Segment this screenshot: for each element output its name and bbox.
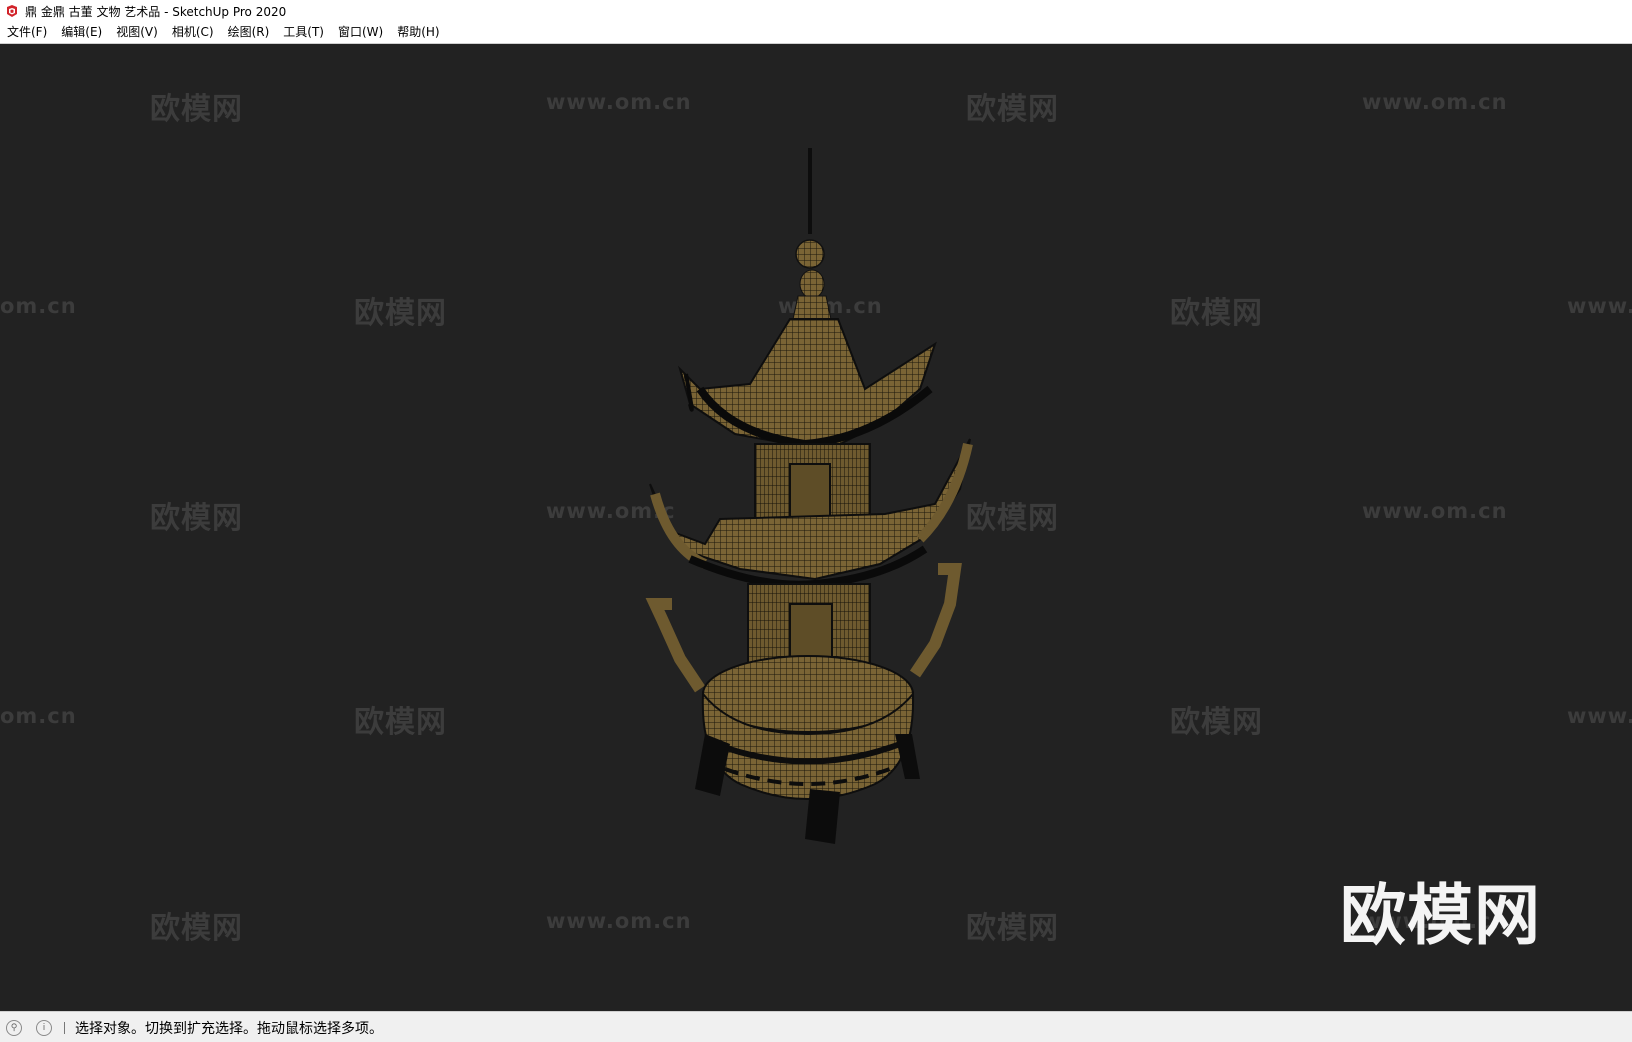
watermark-logo-large: 欧模网	[1340, 877, 1541, 954]
menu-edit[interactable]: 编辑(E)	[54, 22, 109, 43]
finial-ball	[795, 239, 825, 269]
menu-help[interactable]: 帮助(H)	[390, 22, 446, 43]
finial-knob	[799, 269, 825, 299]
model-viewport[interactable]: 欧模网 www.om.cn 欧模网 www.om.cn om.cn 欧模网 w.…	[0, 44, 1632, 1011]
upper-window	[789, 463, 831, 520]
right-handle	[910, 563, 962, 678]
geo-location-icon[interactable]: ⚲	[6, 1019, 22, 1036]
leg-left	[695, 734, 730, 796]
title-bar: 鼎 金鼎 古董 文物 艺术品 - SketchUp Pro 2020	[0, 0, 1632, 22]
menu-bar: 文件(F) 编辑(E) 视图(V) 相机(C) 绘图(R) 工具(T) 窗口(W…	[0, 22, 1632, 44]
menu-window[interactable]: 窗口(W)	[331, 22, 390, 43]
left-handle	[645, 598, 705, 693]
menu-tools[interactable]: 工具(T)	[276, 22, 331, 43]
menu-camera[interactable]: 相机(C)	[165, 22, 221, 43]
status-bar: ⚲ i 选择对象。切换到扩充选择。拖动鼠标选择多项。	[0, 1011, 1632, 1042]
status-message: 选择对象。切换到扩充选择。拖动鼠标选择多项。	[75, 1020, 383, 1037]
menu-draw[interactable]: 绘图(R)	[221, 22, 277, 43]
menu-file[interactable]: 文件(F)	[0, 22, 54, 43]
info-icon[interactable]: i	[36, 1019, 52, 1036]
upper-roof	[677, 318, 937, 445]
status-divider	[64, 1021, 65, 1034]
sketchup-window: 鼎 金鼎 古董 文物 艺术品 - SketchUp Pro 2020 文件(F)…	[0, 0, 1632, 1042]
menu-view[interactable]: 视图(V)	[109, 22, 165, 43]
leg-front	[805, 789, 840, 844]
sketchup-logo-icon	[7, 5, 17, 17]
window-title: 鼎 金鼎 古董 文物 艺术品 - SketchUp Pro 2020	[25, 4, 287, 19]
